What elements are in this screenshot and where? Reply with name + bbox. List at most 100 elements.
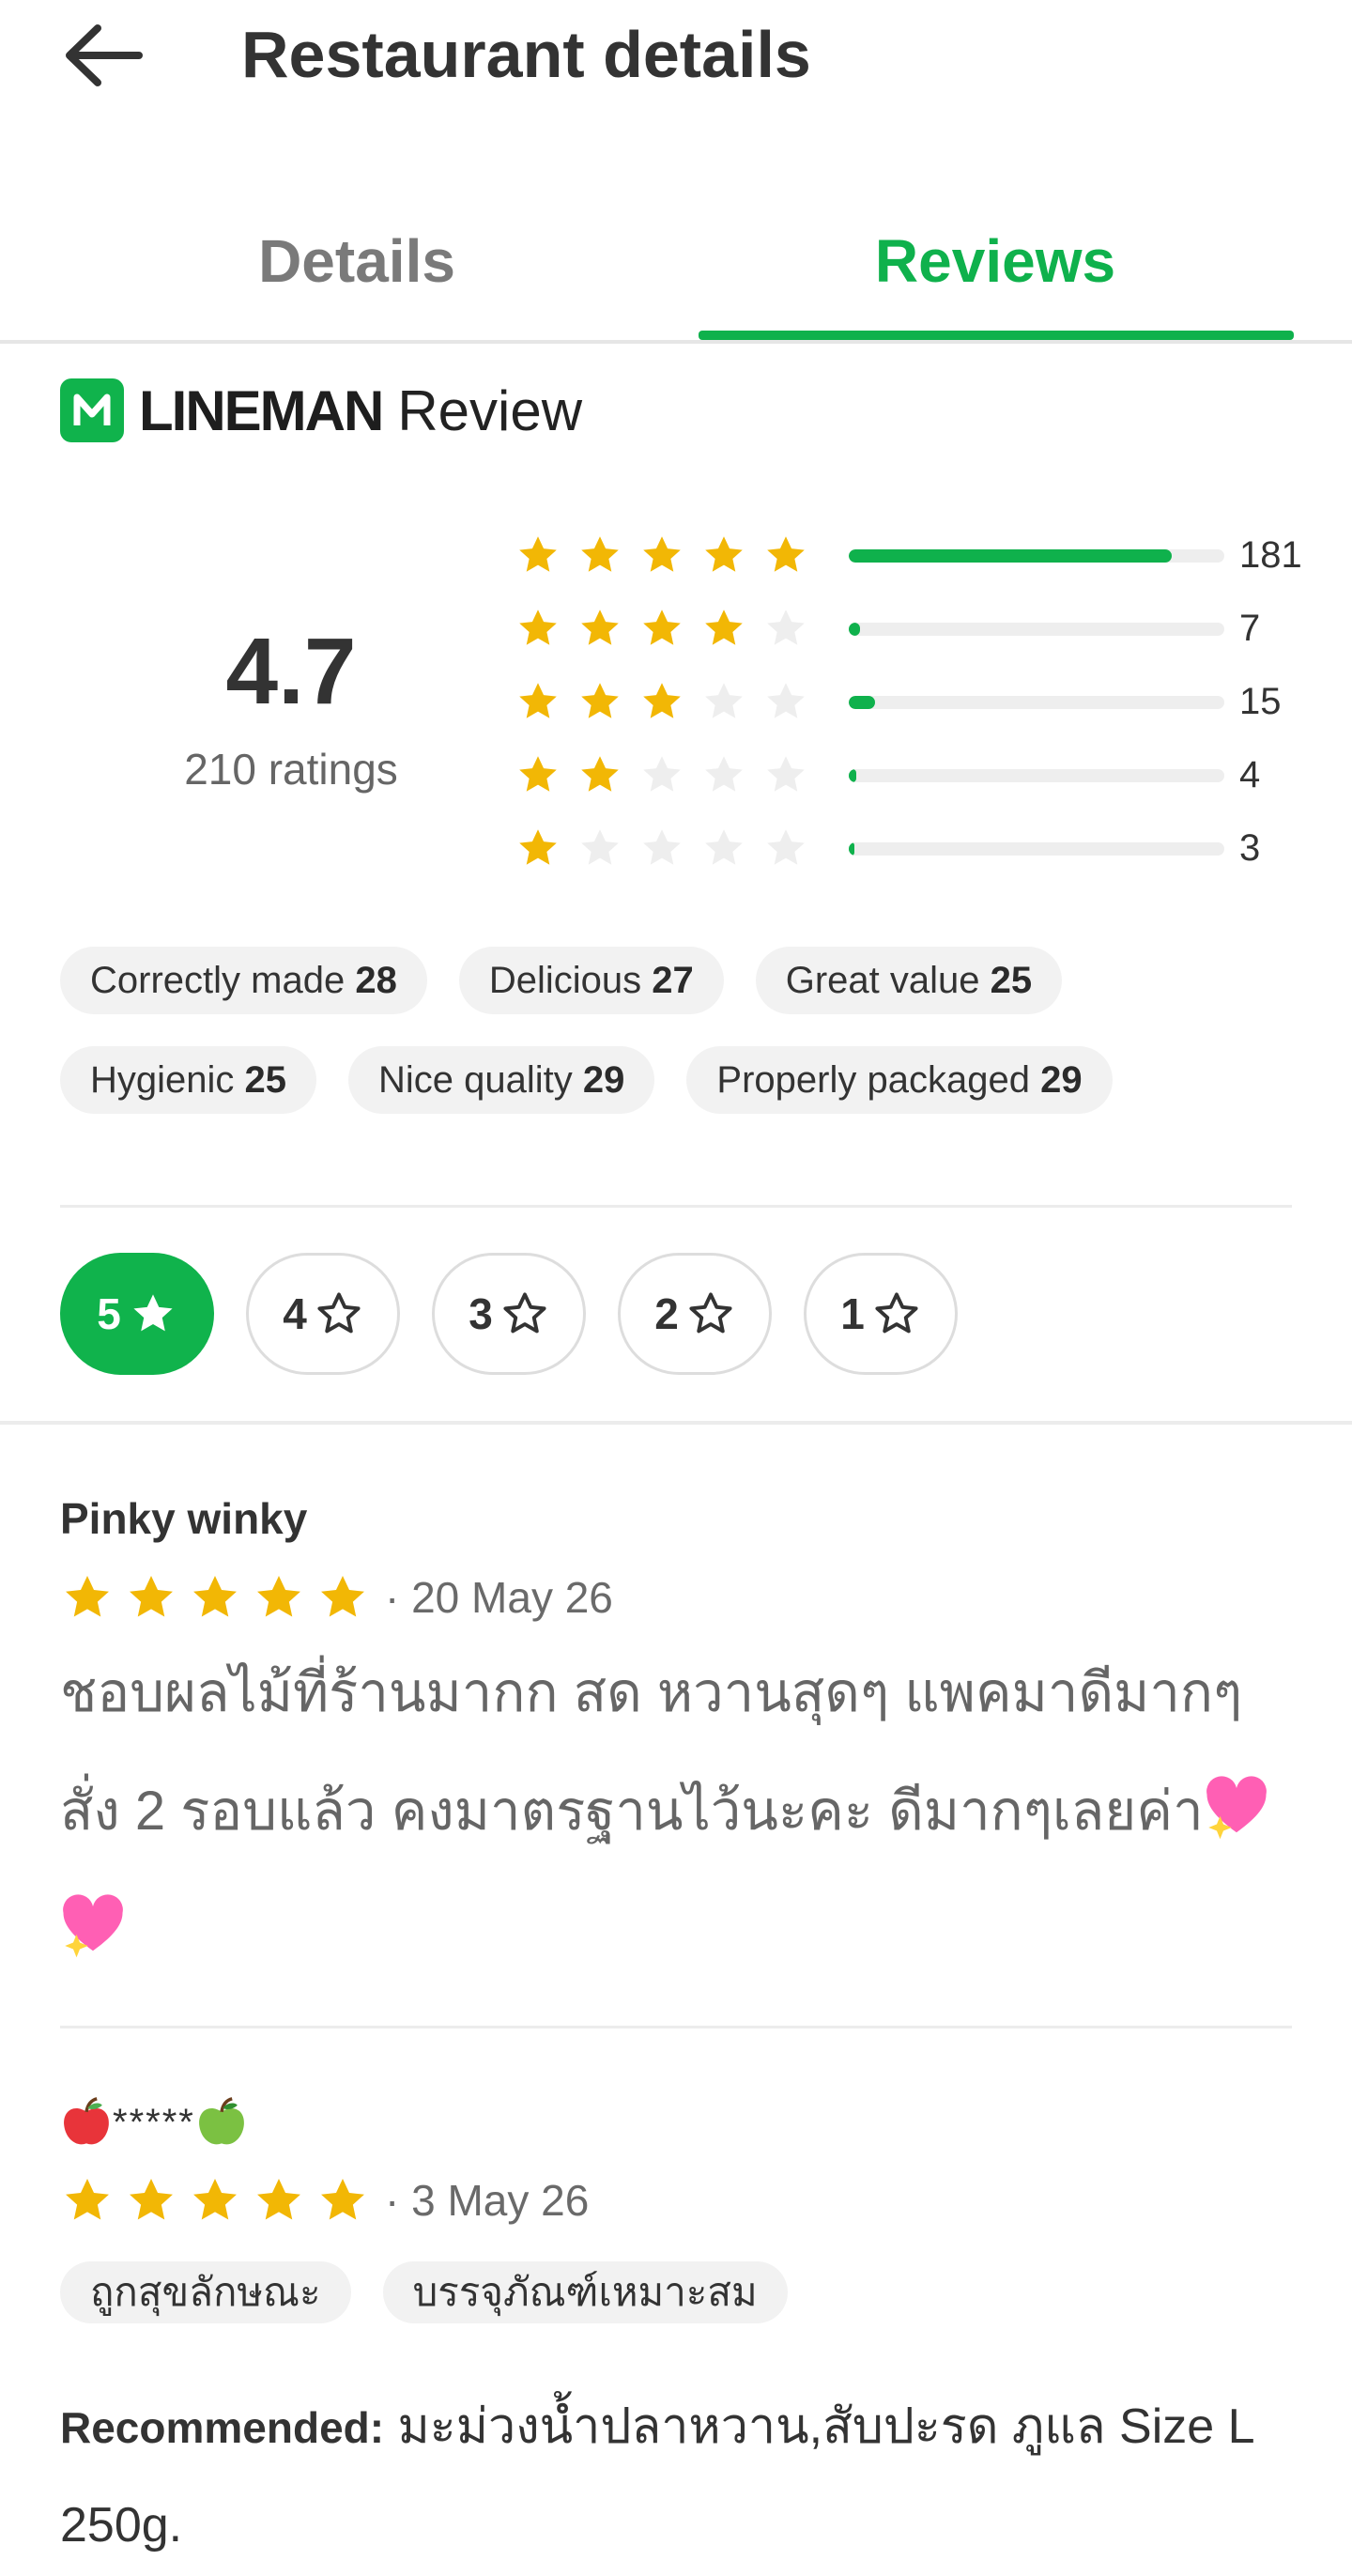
distribution-bar xyxy=(849,549,1224,563)
star-empty-icon xyxy=(767,756,805,792)
arrow-left-icon xyxy=(66,24,143,86)
star-filled-icon xyxy=(581,683,619,718)
reviewer-name: ***** xyxy=(60,2096,248,2149)
tag-nice-quality[interactable]: Nice quality 29 xyxy=(348,1046,655,1114)
star-empty-icon xyxy=(643,756,681,792)
distribution-bar xyxy=(849,623,1224,636)
star-filled-icon xyxy=(519,609,557,645)
recommended-label: Recommended: xyxy=(60,2403,385,2452)
distribution-bar xyxy=(849,842,1224,856)
star-filled-icon xyxy=(66,2179,109,2220)
star-filled-icon xyxy=(130,2179,173,2220)
brand-name: LINEMAN xyxy=(139,378,384,442)
star-filter: 5 4 3 2 1 xyxy=(60,1253,958,1375)
sparkling-heart-icon xyxy=(63,1894,123,1958)
distribution-row-3: 15 xyxy=(515,678,1322,725)
distribution-bar-fill xyxy=(849,769,856,782)
distribution-stars xyxy=(515,825,809,872)
brand-suffix: Review xyxy=(397,378,583,442)
review-star-rating xyxy=(60,1570,370,1625)
star-filled-icon xyxy=(705,536,743,572)
tab-reviews[interactable]: Reviews xyxy=(676,214,1314,327)
star-filled-icon xyxy=(519,536,557,572)
star-filled-icon xyxy=(130,1576,173,1617)
distribution-stars xyxy=(515,532,809,578)
app-header: Restaurant details xyxy=(0,0,1352,113)
divider xyxy=(60,2026,1292,2028)
filter-4-stars[interactable]: 4 xyxy=(246,1253,400,1375)
reviewer-name: Pinky winky xyxy=(60,1494,308,1543)
review-meta: · 3 May 26 xyxy=(60,2173,589,2228)
star-empty-icon xyxy=(643,829,681,865)
star-empty-icon xyxy=(767,609,805,645)
star-filled-icon xyxy=(193,1576,237,1617)
star-filled-icon xyxy=(643,536,681,572)
star-filled-icon xyxy=(643,683,681,718)
star-empty-icon xyxy=(767,683,805,718)
star-empty-icon xyxy=(767,829,805,865)
lineman-logo-icon xyxy=(60,378,124,442)
distribution-bar-fill xyxy=(849,696,875,709)
star-filled-icon xyxy=(133,1294,173,1332)
star-filled-icon xyxy=(581,536,619,572)
green-apple-icon xyxy=(198,2097,244,2145)
star-filled-icon xyxy=(257,1576,300,1617)
filter-1-star[interactable]: 1 xyxy=(804,1253,958,1375)
review-tag: ถูกสุขลักษณะ xyxy=(60,2261,351,2323)
tag-hygienic[interactable]: Hygienic 25 xyxy=(60,1046,317,1114)
filter-2-stars[interactable]: 2 xyxy=(618,1253,772,1375)
review-tag-list: ถูกสุขลักษณะ บรรจุภัณฑ์เหมาะสม xyxy=(60,2261,788,2323)
section-divider xyxy=(0,1421,1352,1425)
star-outline-icon xyxy=(875,1292,918,1334)
review-tag: บรรจุภัณฑ์เหมาะสม xyxy=(382,2261,788,2323)
star-filled-icon xyxy=(321,2179,364,2220)
tag-great-value[interactable]: Great value 25 xyxy=(755,947,1063,1014)
star-filled-icon xyxy=(643,609,681,645)
filter-3-stars[interactable]: 3 xyxy=(432,1253,586,1375)
tag-delicious[interactable]: Delicious 27 xyxy=(458,947,724,1014)
ratings-count: 210 ratings xyxy=(184,745,398,794)
star-empty-icon xyxy=(705,683,743,718)
review-star-rating xyxy=(60,2173,370,2228)
star-empty-icon xyxy=(705,756,743,792)
review-date: · 3 May 26 xyxy=(385,2176,590,2225)
distribution-bar-fill xyxy=(849,623,860,636)
star-filled-icon xyxy=(705,609,743,645)
review-date: · 20 May 26 xyxy=(385,1573,613,1622)
star-empty-icon xyxy=(581,829,619,865)
star-filled-icon xyxy=(767,536,805,572)
star-filled-icon xyxy=(321,1576,364,1617)
review-tags: Correctly made 28 Delicious 27 Great val… xyxy=(60,947,1299,1146)
tag-correctly-made[interactable]: Correctly made 28 xyxy=(60,947,427,1014)
distribution-stars xyxy=(515,751,809,798)
distribution-count: 7 xyxy=(1239,608,1261,649)
star-empty-icon xyxy=(705,829,743,865)
distribution-row-4: 7 xyxy=(515,605,1322,652)
distribution-count: 181 xyxy=(1239,534,1302,576)
tag-properly-packaged[interactable]: Properly packaged 29 xyxy=(686,1046,1113,1114)
star-filled-icon xyxy=(66,1576,109,1617)
distribution-stars xyxy=(515,678,809,725)
back-button[interactable] xyxy=(56,13,150,98)
star-outline-icon xyxy=(317,1292,361,1334)
tab-details[interactable]: Details xyxy=(38,214,676,327)
distribution-row-5: 181 xyxy=(515,532,1322,578)
review-text: ชอบผลไม้ที่ร้านมากก สด หวานสุดๆ แพคมาดีม… xyxy=(60,1634,1309,1989)
average-score: 4.7 xyxy=(225,619,357,724)
star-filled-icon xyxy=(519,829,557,865)
filter-5-stars[interactable]: 5 xyxy=(60,1253,214,1375)
distribution-bar-fill xyxy=(849,549,1172,563)
distribution-row-1: 3 xyxy=(515,825,1322,872)
review-meta: · 20 May 26 xyxy=(60,1570,613,1625)
sparkling-heart-icon xyxy=(1206,1776,1267,1840)
distribution-count: 4 xyxy=(1239,754,1261,795)
divider xyxy=(60,1205,1292,1208)
star-filled-icon xyxy=(519,683,557,718)
active-tab-indicator xyxy=(699,331,1294,340)
star-filled-icon xyxy=(581,756,619,792)
star-filled-icon xyxy=(193,2179,237,2220)
page-title: Restaurant details xyxy=(241,18,811,91)
star-outline-icon xyxy=(689,1292,732,1334)
distribution-count: 15 xyxy=(1239,681,1282,722)
recommended-dishes: Recommended: มะม่วงน้ำปลาหวาน,สับปะรด ภู… xyxy=(60,2378,1309,2574)
